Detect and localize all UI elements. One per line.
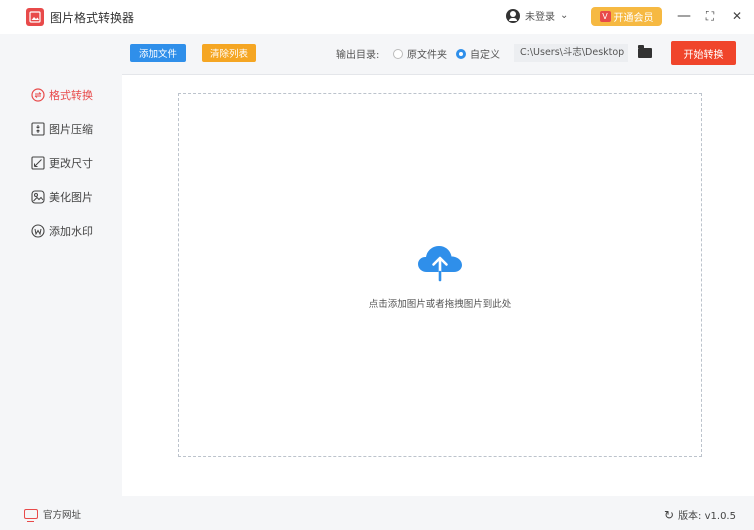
sidebar-item-label: 更改尺寸 — [49, 157, 93, 170]
beautify-icon — [31, 190, 45, 204]
resize-icon — [31, 156, 45, 170]
close-button[interactable]: ✕ — [727, 6, 747, 26]
cloud-upload-icon — [418, 246, 462, 282]
output-dir-label: 输出目录: — [336, 50, 380, 61]
sidebar-item-label: 添加水印 — [49, 225, 93, 238]
sidebar-item-label: 图片压缩 — [49, 123, 93, 136]
vip-badge-icon: V — [599, 11, 611, 22]
login-menu[interactable]: 未登录 ⌄ — [506, 8, 568, 23]
sidebar-item-watermark[interactable]: 添加水印 — [31, 222, 93, 240]
main-content: 点击添加图片或者拖拽图片到此处 — [122, 75, 754, 496]
app-title: 图片格式转换器 — [50, 11, 135, 25]
clear-list-button[interactable]: 清除列表 — [202, 44, 256, 62]
sidebar-item-beautify[interactable]: 美化图片 — [31, 188, 93, 206]
sidebar-item-compress[interactable]: 图片压缩 — [31, 120, 93, 138]
toolbar: 添加文件 清除列表 输出目录: 原文件夹 自定义 C:\Users\斗志\Des… — [122, 34, 754, 75]
monitor-icon — [24, 509, 38, 522]
version-label: 版本: v1.0.5 — [678, 511, 736, 522]
compress-icon — [31, 122, 45, 136]
radio-original-folder[interactable]: 原文件夹 — [393, 46, 447, 61]
start-convert-button[interactable]: 开始转换 — [671, 41, 736, 65]
sidebar: 格式转换 图片压缩 更改尺寸 美化图片 添加水印 — [0, 34, 122, 496]
refresh-icon: ↻ — [664, 507, 675, 522]
sidebar-item-label: 格式转换 — [49, 89, 93, 102]
sidebar-item-resize[interactable]: 更改尺寸 — [31, 154, 93, 172]
chevron-down-icon: ⌄ — [560, 10, 569, 21]
radio-custom-folder[interactable]: 自定义 — [456, 46, 500, 61]
minimize-icon: — — [677, 8, 691, 24]
version-info[interactable]: ↻ 版本: v1.0.5 — [664, 507, 736, 523]
output-path-field[interactable]: C:\Users\斗志\Desktop — [514, 44, 628, 62]
radio-custom-label: 自定义 — [470, 50, 500, 61]
close-icon: ✕ — [731, 9, 743, 23]
drop-hint: 点击添加图片或者拖拽图片到此处 — [368, 299, 512, 310]
official-site-label: 官方网址 — [43, 510, 82, 521]
radio-original-label: 原文件夹 — [407, 50, 447, 61]
image-icon — [29, 11, 41, 23]
maximize-icon: ⛶ — [705, 8, 715, 23]
radio-unchecked-icon — [393, 48, 403, 59]
watermark-icon — [31, 224, 45, 238]
title-bar: 图片格式转换器 未登录 ⌄ V 开通会员 — ⛶ ✕ — [0, 0, 754, 34]
add-file-button[interactable]: 添加文件 — [130, 44, 186, 62]
minimize-button[interactable]: — — [674, 6, 694, 26]
footer: 官方网址 ↻ 版本: v1.0.5 — [0, 496, 754, 530]
format-convert-icon — [31, 88, 45, 102]
sidebar-item-label: 美化图片 — [49, 191, 93, 204]
maximize-button[interactable]: ⛶ — [700, 6, 720, 26]
vip-button[interactable]: V 开通会员 — [591, 7, 662, 26]
app-logo-icon — [26, 8, 44, 26]
login-label: 未登录 — [525, 12, 555, 23]
sidebar-item-format-convert[interactable]: 格式转换 — [31, 86, 93, 104]
radio-checked-icon — [456, 48, 466, 59]
folder-icon[interactable] — [638, 45, 652, 58]
official-site-link[interactable]: 官方网址 — [24, 507, 82, 522]
vip-label: 开通会员 — [613, 13, 654, 24]
app-window: 图片格式转换器 未登录 ⌄ V 开通会员 — ⛶ ✕ 格式转换 图片压缩 更改尺… — [0, 0, 754, 530]
file-drop-zone[interactable]: 点击添加图片或者拖拽图片到此处 — [178, 93, 702, 457]
user-icon — [506, 8, 520, 23]
